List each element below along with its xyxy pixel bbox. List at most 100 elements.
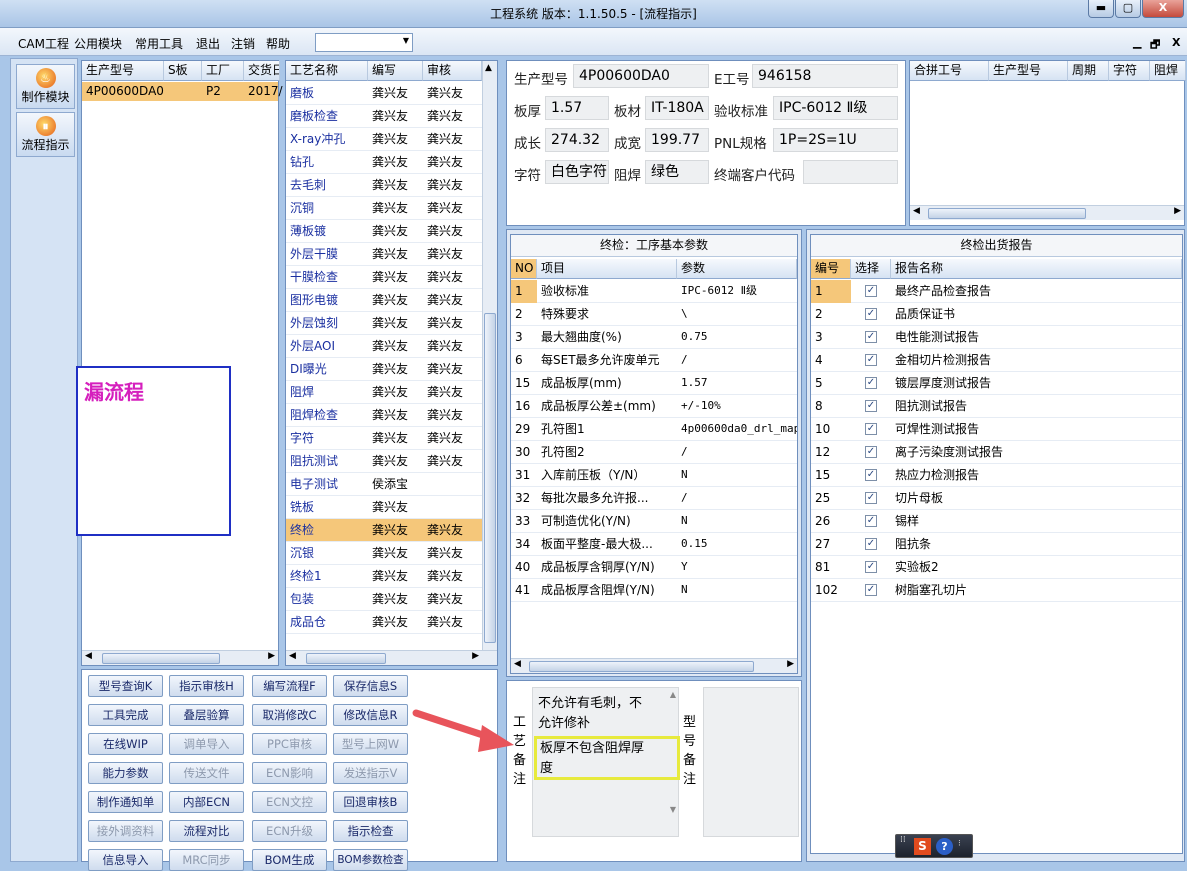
mdi-restore-button[interactable]: 🗗 [1150,36,1160,55]
menu-exit[interactable]: 退出 [196,35,220,52]
report-checkbox[interactable]: ✓ [865,446,877,458]
process-remark-textarea[interactable]: 不允许有毛刺，不 允许修补 板厚不包含阻焊厚 度 ▲ ▼ [532,687,680,837]
horizontal-scrollbar[interactable]: ◀ ▶ [286,650,497,665]
action-button[interactable]: ECN文控 [252,791,327,813]
legend-field[interactable]: 白色字符 [545,160,609,184]
help-icon[interactable]: ? [936,838,953,855]
table-row[interactable]: 终检 龚兴友 龚兴友 [286,519,482,542]
action-button[interactable]: 调单导入 [169,733,244,755]
action-button[interactable]: 流程对比 [169,820,244,842]
table-row[interactable]: 字符 龚兴友 龚兴友 [286,427,482,450]
col-header[interactable]: 选择 [851,259,891,279]
col-header[interactable]: 阻焊 [1150,61,1186,81]
action-button[interactable]: PPC审核 [252,733,327,755]
table-row[interactable]: 15 ✓ 热应力检测报告 [811,464,1182,487]
action-button[interactable]: MRC同步 [169,849,244,871]
action-button[interactable]: 传送文件 [169,762,244,784]
maximize-button[interactable]: ▢ [1115,0,1141,18]
table-row[interactable]: 29 孔符图1 4p00600da0_drl_map [511,418,797,441]
ime-s-icon[interactable]: S [914,838,931,855]
table-row[interactable]: 31 入库前压板（Y/N） N [511,464,797,487]
standard-field[interactable]: IPC-6012 Ⅱ级 [773,96,898,120]
action-button[interactable]: 工具完成 [88,704,163,726]
report-checkbox[interactable]: ✓ [865,469,877,481]
table-row[interactable]: 干膜检查 龚兴友 龚兴友 [286,266,482,289]
action-button[interactable]: 修改信息R [333,704,408,726]
action-button[interactable]: 型号查询K [88,675,163,697]
table-row[interactable]: 12 ✓ 离子污染度测试报告 [811,441,1182,464]
col-header[interactable]: 字符 [1109,61,1150,81]
table-row[interactable]: 40 成品板厚含铜厚(Y/N) Y [511,556,797,579]
action-button[interactable]: 制作通知单 [88,791,163,813]
col-header[interactable]: S板 [164,61,202,81]
table-row[interactable]: 6 每SET最多允许废单元 / [511,349,797,372]
mdi-close-button[interactable]: X [1172,36,1180,49]
col-header[interactable]: 周期 [1068,61,1109,81]
table-row[interactable]: 2 ✓ 品质保证书 [811,303,1182,326]
col-header[interactable]: 生产型号 [82,61,164,81]
table-row[interactable]: 10 ✓ 可焊性测试报告 [811,418,1182,441]
table-row[interactable]: 41 成品板厚含阻焊(Y/N) N [511,579,797,602]
table-row[interactable]: 16 成品板厚公差±(mm) +/-10% [511,395,797,418]
col-header[interactable]: 合拼工号 [910,61,989,81]
action-button[interactable]: BOM参数检查 [333,849,408,871]
col-header[interactable]: 项目 [537,259,677,279]
action-button[interactable]: 叠层验算 [169,704,244,726]
minimize-button[interactable]: ▬ [1088,0,1114,18]
width-field[interactable]: 199.77 [645,128,709,152]
menu-logout[interactable]: 注销 [231,35,255,52]
horizontal-scrollbar[interactable]: ◀ ▶ [910,205,1184,220]
col-header[interactable]: 报告名称 [891,259,1182,279]
table-row[interactable]: 25 ✓ 切片母板 [811,487,1182,510]
action-button[interactable]: 编写流程F [252,675,327,697]
length-field[interactable]: 274.32 [545,128,609,152]
action-button[interactable]: 取消修改C [252,704,327,726]
table-row[interactable]: 外层干膜 龚兴友 龚兴友 [286,243,482,266]
menu-help[interactable]: 帮助 [266,35,290,52]
table-row[interactable]: 钻孔 龚兴友 龚兴友 [286,151,482,174]
table-row[interactable]: 去毛刺 龚兴友 龚兴友 [286,174,482,197]
action-button[interactable]: 内部ECN [169,791,244,813]
report-checkbox[interactable]: ✓ [865,538,877,550]
action-button[interactable]: 发送指示V [333,762,408,784]
table-row[interactable]: 81 ✓ 实验板2 [811,556,1182,579]
action-button[interactable]: ECN升级 [252,820,327,842]
col-header[interactable]: 交货日 [244,61,280,81]
action-button[interactable]: 在线WIP [88,733,163,755]
vertical-scrollbar[interactable]: ▲ [482,61,497,651]
report-checkbox[interactable]: ✓ [865,584,877,596]
model-field[interactable]: 4P00600DA0 [573,64,709,88]
action-button[interactable]: 指示审核H [169,675,244,697]
table-row[interactable]: 8 ✓ 阻抗测试报告 [811,395,1182,418]
report-checkbox[interactable]: ✓ [865,515,877,527]
menu-cam[interactable]: CAM工程 [18,35,69,52]
table-row[interactable]: 4P00600DA0 P2 2017/ [82,82,283,101]
horizontal-scrollbar[interactable]: ◀ ▶ [511,658,797,673]
table-row[interactable]: 2 特殊要求 \ [511,303,797,326]
table-row[interactable]: 15 成品板厚(mm) 1.57 [511,372,797,395]
report-checkbox[interactable]: ✓ [865,400,877,412]
table-row[interactable]: 3 最大翘曲度(%) 0.75 [511,326,797,349]
table-row[interactable]: 电子测试 侯添宝 [286,473,482,496]
table-row[interactable]: 图形电镀 龚兴友 龚兴友 [286,289,482,312]
action-button[interactable]: 回退审核B [333,791,408,813]
table-row[interactable]: 1 验收标准 IPC-6012 Ⅱ级 [511,280,797,303]
table-row[interactable]: 4 ✓ 金相切片检测报告 [811,349,1182,372]
scroll-thumb[interactable] [928,208,1086,219]
table-row[interactable]: 磨板检查 龚兴友 龚兴友 [286,105,482,128]
horizontal-scrollbar[interactable]: ◀ ▶ [82,650,278,665]
action-button[interactable]: 保存信息S [333,675,408,697]
report-checkbox[interactable]: ✓ [865,561,877,573]
menu-public[interactable]: 公用模块 [74,35,122,52]
table-row[interactable]: 外层蚀刻 龚兴友 龚兴友 [286,312,482,335]
table-row[interactable]: 27 ✓ 阻抗条 [811,533,1182,556]
pnl-field[interactable]: 1P=2S=1U [773,128,898,152]
action-button[interactable]: BOM生成 [252,849,327,871]
action-button[interactable]: 能力参数 [88,762,163,784]
material-field[interactable]: IT-180A [645,96,709,120]
col-header[interactable]: 生产型号 [989,61,1068,81]
table-row[interactable]: 终检1 龚兴友 龚兴友 [286,565,482,588]
action-button[interactable]: ECN影响 [252,762,327,784]
col-header[interactable]: NO [511,259,537,279]
action-button[interactable]: 指示检查 [333,820,408,842]
